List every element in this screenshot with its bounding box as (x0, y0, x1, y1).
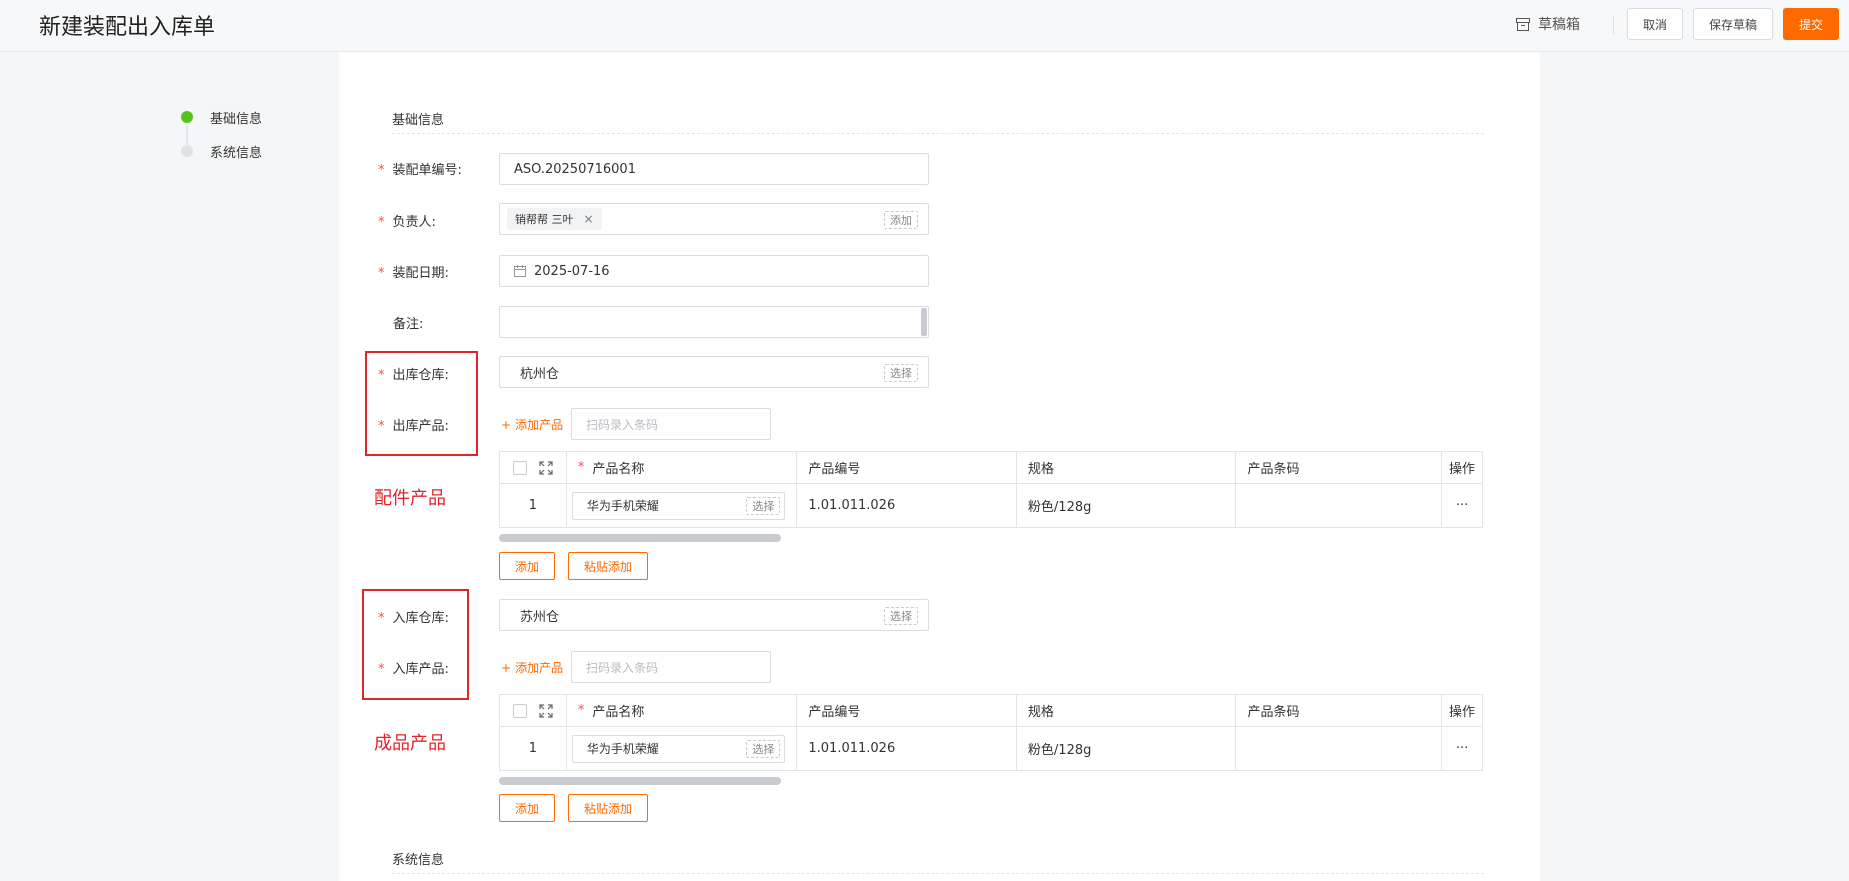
product-code: 1.01.011.026 (797, 727, 1017, 770)
section-title-basic: 基础信息 (392, 113, 445, 128)
in-product-table: * 产品名称 产品编号 规格 产品条码 操作 1 华为手机荣耀 选择 1.01.0… (499, 694, 1483, 771)
owner-tag: 销帮帮 三叶 × (507, 208, 602, 230)
table-row: 1 华为手机荣耀 选择 1.01.011.026 粉色/128g ··· (500, 727, 1482, 770)
archive-icon (1516, 17, 1530, 31)
out-product-table: * 产品名称 产品编号 规格 产品条码 操作 1 华为手机荣耀 选择 1.01.0… (499, 451, 1483, 528)
more-icon[interactable]: ··· (1442, 727, 1482, 770)
order-no-label: * 装配单编号: (378, 163, 462, 178)
product-name-input[interactable]: 华为手机荣耀 选择 (571, 491, 786, 520)
table-scrollbar[interactable] (499, 534, 781, 542)
owner-add-button[interactable]: 添加 (884, 211, 918, 229)
annotation-finished: 成品产品 (374, 733, 446, 754)
step-label: 系统信息 (210, 146, 263, 161)
expand-icon[interactable] (539, 703, 553, 718)
product-barcode (1236, 484, 1443, 527)
col-op: 操作 (1449, 462, 1476, 477)
date-input[interactable]: 2025-07-16 (499, 255, 929, 287)
draft-box-button[interactable]: 草稿箱 (1516, 14, 1580, 34)
out-warehouse-select-button[interactable]: 选择 (884, 364, 918, 382)
product-select-button[interactable]: 选择 (746, 739, 781, 758)
submit-button[interactable]: 提交 (1783, 8, 1839, 40)
expand-icon[interactable] (539, 460, 553, 475)
save-draft-button[interactable]: 保存草稿 (1693, 8, 1773, 40)
section-divider (392, 133, 1484, 134)
col-spec: 规格 (1017, 452, 1237, 483)
close-icon[interactable]: × (584, 212, 594, 226)
out-paste-add-button[interactable]: 粘贴添加 (568, 552, 648, 580)
product-code: 1.01.011.026 (797, 484, 1017, 527)
date-label: * 装配日期: (378, 266, 449, 281)
table-row: 1 华为手机荣耀 选择 1.01.011.026 粉色/128g ··· (500, 484, 1482, 527)
product-spec: 粉色/128g (1017, 484, 1237, 527)
section-divider (392, 873, 1484, 874)
product-name-input[interactable]: 华为手机荣耀 选择 (571, 734, 786, 763)
section-title-system: 系统信息 (392, 853, 445, 868)
select-all-checkbox[interactable] (512, 460, 527, 475)
calendar-icon (514, 265, 526, 277)
divider (1613, 16, 1614, 34)
row-index: 1 (500, 484, 567, 527)
step-active-dot-icon (181, 111, 193, 123)
out-add-button[interactable]: 添加 (499, 552, 555, 580)
plus-icon: + (501, 417, 512, 432)
page-title: 新建装配出入库单 (39, 15, 216, 40)
annotation-parts: 配件产品 (374, 488, 446, 509)
table-scrollbar[interactable] (499, 777, 781, 785)
draft-box-label: 草稿箱 (1538, 17, 1580, 33)
plus-icon: + (501, 660, 512, 675)
col-code: 产品编号 (797, 695, 1017, 726)
in-warehouse-select-button[interactable]: 选择 (884, 607, 918, 625)
col-barcode: 产品条码 (1236, 452, 1443, 483)
in-paste-add-button[interactable]: 粘贴添加 (568, 794, 648, 822)
col-barcode: 产品条码 (1236, 695, 1443, 726)
product-select-button[interactable]: 选择 (746, 496, 781, 515)
out-add-product-link[interactable]: + 添加产品 (501, 416, 563, 433)
order-no-input[interactable]: ASO.20250716001 (499, 153, 929, 185)
owner-input[interactable]: 销帮帮 三叶 × 添加 (499, 203, 929, 235)
col-spec: 规格 (1017, 695, 1237, 726)
annotation-box-finished (362, 589, 469, 700)
more-icon[interactable]: ··· (1442, 484, 1482, 527)
top-bar: 新建装配出入库单 草稿箱 取消 保存草稿 提交 (0, 0, 1849, 52)
in-add-product-link[interactable]: + 添加产品 (501, 659, 563, 676)
remark-label: 备注: (393, 317, 424, 332)
step-label: 基础信息 (210, 112, 263, 127)
row-index: 1 (500, 727, 567, 770)
annotation-box-parts (365, 351, 478, 456)
product-spec: 粉色/128g (1017, 727, 1237, 770)
out-warehouse-input[interactable]: 杭州仓 选择 (499, 356, 929, 388)
in-warehouse-input[interactable]: 苏州仓 选择 (499, 599, 929, 631)
col-op: 操作 (1449, 705, 1476, 720)
step-inactive-dot-icon (181, 145, 193, 157)
select-all-checkbox[interactable] (512, 703, 527, 718)
remark-input[interactable] (499, 306, 929, 338)
product-barcode (1236, 727, 1443, 770)
step-connector (186, 126, 188, 146)
cancel-button[interactable]: 取消 (1627, 8, 1683, 40)
col-name: 产品名称 (592, 705, 645, 720)
in-scan-input[interactable]: 扫码录入条码 (571, 651, 771, 683)
scrollbar[interactable] (921, 308, 927, 336)
table-header: * 产品名称 产品编号 规格 产品条码 操作 (500, 452, 1482, 484)
in-add-button[interactable]: 添加 (499, 794, 555, 822)
col-code: 产品编号 (797, 452, 1017, 483)
owner-label: * 负责人: (378, 215, 436, 230)
table-header: * 产品名称 产品编号 规格 产品条码 操作 (500, 695, 1482, 727)
col-name: 产品名称 (592, 462, 645, 477)
out-scan-input[interactable]: 扫码录入条码 (571, 408, 771, 440)
